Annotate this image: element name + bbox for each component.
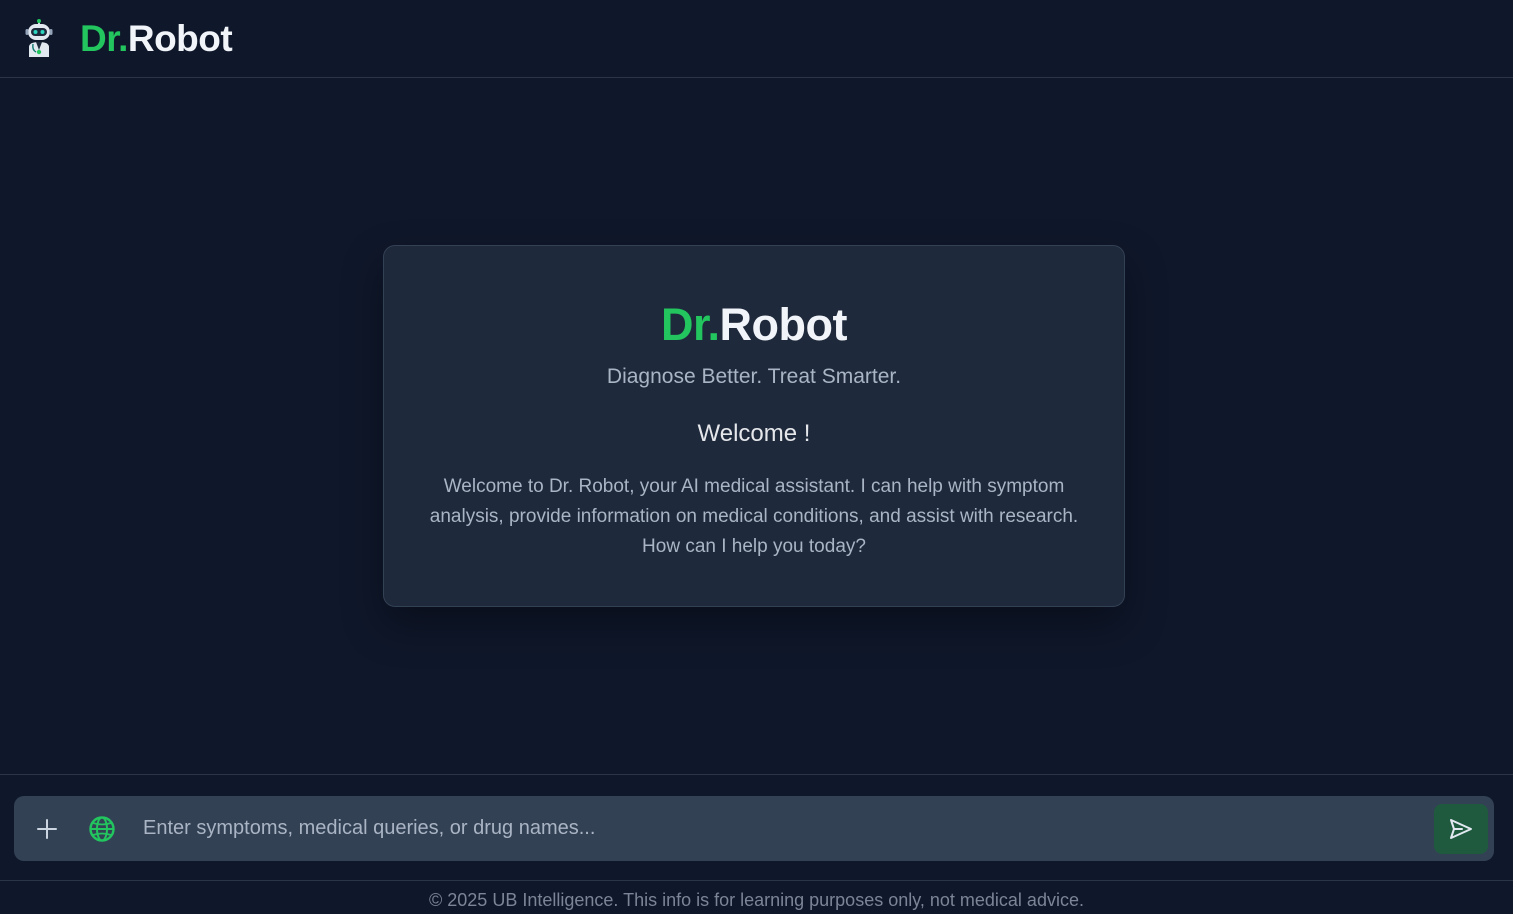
top-header: Dr.Robot [0, 0, 1513, 78]
disclaimer-footer: © 2025 UB Intelligence. This info is for… [429, 890, 1084, 910]
plus-icon[interactable] [27, 809, 67, 849]
chat-input[interactable] [143, 808, 1434, 849]
header-brand[interactable]: Dr.Robot [80, 18, 233, 59]
welcome-title: Welcome ! [697, 420, 811, 447]
robot-doctor-icon[interactable] [22, 18, 56, 59]
header-brand-accent: Dr. [80, 18, 128, 59]
welcome-brand-rest: Robot [719, 299, 848, 350]
composer-area [0, 774, 1513, 881]
header-brand-rest: Robot [127, 18, 233, 59]
send-icon[interactable] [1434, 803, 1488, 854]
welcome-brand: Dr.Robot [384, 302, 1124, 348]
welcome-card: Dr.Robot Diagnose Better. Treat Smarter.… [383, 245, 1125, 607]
tagline: Diagnose Better. Treat Smarter. [606, 365, 902, 388]
welcome-brand-accent: Dr. [661, 299, 720, 350]
welcome-message: Welcome to Dr. Robot, your AI medical as… [429, 476, 1079, 557]
app-root: Dr.Robot Dr.Robot Diagnose Better. Treat… [0, 0, 1513, 914]
chat-composer [14, 796, 1494, 861]
globe-icon[interactable] [82, 809, 122, 849]
